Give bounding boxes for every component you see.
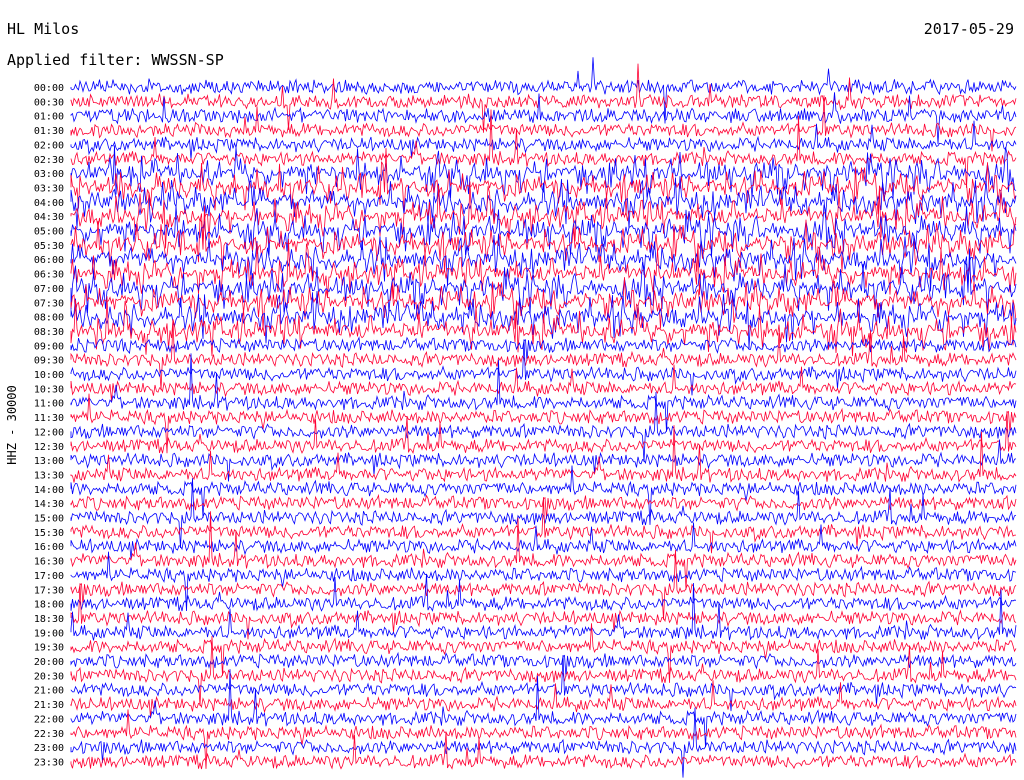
channel-axis-label: HHZ - 30000: [5, 385, 19, 465]
row-time-label: 03:00: [34, 169, 64, 180]
row-time-label: 14:00: [34, 485, 64, 496]
trace-row: [70, 364, 1017, 402]
row-time-label: 01:00: [34, 112, 64, 123]
row-time-label: 18:00: [34, 600, 64, 611]
row-time-label: 22:00: [34, 714, 64, 725]
row-time-label: 12:30: [34, 442, 64, 453]
trace-row: [70, 635, 1017, 706]
station-title: HL Milos: [7, 20, 80, 38]
row-time-label: 23:00: [34, 743, 64, 754]
row-time-label: 11:00: [34, 399, 64, 410]
trace-row: [70, 176, 1017, 229]
row-time-label: 20:00: [34, 657, 64, 668]
row-time-label: 11:30: [34, 413, 64, 424]
row-time-label: 14:30: [34, 499, 64, 510]
row-time-label: 06:30: [34, 270, 64, 281]
row-time-label: 03:30: [34, 183, 64, 194]
row-time-label: 18:30: [34, 614, 64, 625]
row-time-label: 08:30: [34, 327, 64, 338]
trace-row: [70, 145, 1017, 200]
row-time-label: 23:30: [34, 757, 64, 768]
time-tick-labels: 00:00 00:30 01:00 01:30 02:00 02:30 03:00 03:30…: [34, 83, 64, 768]
row-time-label: 04:00: [34, 198, 64, 209]
row-time-label: 02:00: [34, 140, 64, 151]
filter-label: Applied filter: WWSSN-SP: [7, 51, 224, 69]
row-time-label: 15:30: [34, 528, 64, 539]
row-time-label: 04:30: [34, 212, 64, 223]
trace-row: [70, 522, 1017, 560]
row-time-label: 17:00: [34, 571, 64, 582]
row-time-label: 22:30: [34, 729, 64, 740]
row-time-label: 16:30: [34, 557, 64, 568]
seismic-traces: [70, 57, 1017, 778]
row-time-label: 09:00: [34, 341, 64, 352]
row-time-label: 17:30: [34, 585, 64, 596]
row-time-label: 21:00: [34, 686, 64, 697]
row-time-label: 15:00: [34, 514, 64, 525]
row-time-label: 13:30: [34, 470, 64, 481]
helicorder-plot: 00:00 00:30 01:00 01:30 02:00 02:30 03:00 03:30…: [34, 57, 1017, 778]
row-time-label: 06:00: [34, 255, 64, 266]
row-time-label: 07:00: [34, 284, 64, 295]
row-time-label: 01:30: [34, 126, 64, 137]
row-time-label: 00:30: [34, 97, 64, 108]
row-time-label: 16:00: [34, 542, 64, 553]
trace-row: [70, 63, 1017, 133]
row-time-label: 09:30: [34, 356, 64, 367]
row-time-label: 10:00: [34, 370, 64, 381]
row-time-label: 02:30: [34, 155, 64, 166]
row-time-label: 12:00: [34, 427, 64, 438]
row-time-label: 19:30: [34, 643, 64, 654]
trace-row: [70, 680, 1017, 718]
row-time-label: 10:30: [34, 384, 64, 395]
row-time-label: 05:30: [34, 241, 64, 252]
date-label: 2017-05-29: [923, 20, 1014, 38]
row-time-label: 05:00: [34, 227, 64, 238]
row-time-label: 19:00: [34, 628, 64, 639]
row-time-label: 07:30: [34, 298, 64, 309]
trace-row: [70, 120, 1017, 160]
row-time-label: 00:00: [34, 83, 64, 94]
row-time-label: 21:30: [34, 700, 64, 711]
row-time-label: 13:00: [34, 456, 64, 467]
row-time-label: 08:00: [34, 313, 64, 324]
row-time-label: 20:30: [34, 671, 64, 682]
